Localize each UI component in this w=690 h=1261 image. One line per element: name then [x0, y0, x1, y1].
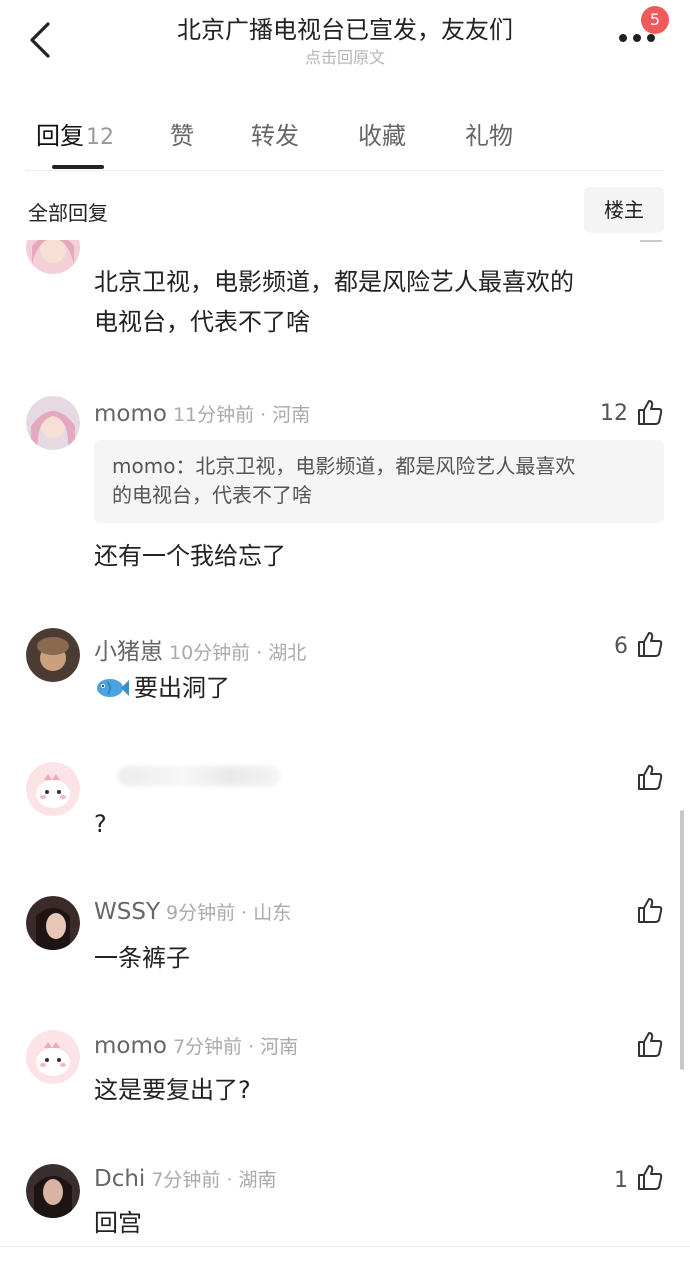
- tab-replies-label: 回复: [36, 122, 84, 150]
- back-to-original-link[interactable]: 点击回原文: [0, 44, 690, 68]
- comment-header: Dchi 7分钟前 · 湖南: [94, 1165, 277, 1192]
- tab-replies-count: 12: [86, 125, 114, 150]
- comment-text: 回宫: [94, 1209, 142, 1237]
- tab-replies[interactable]: 回复12: [36, 116, 114, 151]
- comment-header: momo 11分钟前 · 河南: [94, 400, 310, 427]
- bottom-divider: [0, 1246, 690, 1247]
- avatar[interactable]: [26, 896, 80, 950]
- avatar[interactable]: [26, 762, 80, 816]
- hidden-username: [118, 766, 280, 786]
- comment-header: 小猪崽 10分钟前 · 湖北: [94, 632, 306, 666]
- quoted-reply-text: momo：北京卫视，电影频道，都是风险艺人最喜欢 的电视台，代表不了啥: [112, 452, 642, 510]
- avatar[interactable]: [26, 628, 80, 682]
- like-count: 6: [614, 634, 628, 659]
- tab-likes[interactable]: 赞: [170, 116, 194, 151]
- avatar[interactable]: [26, 1030, 80, 1084]
- like-icon-partial: [640, 240, 662, 250]
- thumbs-up-icon[interactable]: [636, 630, 664, 658]
- thumbs-up-icon[interactable]: [636, 896, 664, 924]
- comment-text: 北京卫视，电影频道，都是风险艺人最喜欢的 电视台，代表不了啥: [94, 262, 664, 342]
- tabs-divider: [26, 170, 664, 171]
- tab-favorites[interactable]: 收藏: [358, 116, 406, 151]
- thumbs-up-icon[interactable]: [636, 1163, 664, 1191]
- fish-emoji-icon: [97, 679, 129, 697]
- comment-text: ?: [94, 810, 107, 838]
- username[interactable]: WSSY: [94, 899, 160, 925]
- comment-text: 还有一个我给忘了: [94, 542, 286, 570]
- quote-line: momo：北京卫视，电影频道，都是风险艺人最喜欢: [112, 454, 576, 478]
- comment-meta: 10分钟前 · 湖北: [169, 642, 307, 664]
- username[interactable]: 小猪崽: [94, 639, 163, 665]
- comment-text-line: 北京卫视，电影频道，都是风险艺人最喜欢的: [94, 268, 574, 296]
- tab-gifts[interactable]: 礼物: [465, 116, 513, 151]
- comment-meta: 7分钟前 · 河南: [172, 1036, 299, 1058]
- comment-meta: 7分钟前 · 湖南: [151, 1169, 277, 1191]
- thumbs-up-icon[interactable]: [636, 763, 664, 791]
- comment-header: WSSY 9分钟前 · 山东: [94, 898, 291, 925]
- avatar[interactable]: [26, 1164, 80, 1218]
- thumbs-up-icon[interactable]: [636, 1030, 664, 1058]
- avatar[interactable]: [26, 240, 80, 274]
- username[interactable]: Dchi: [94, 1166, 145, 1192]
- quote-line: 的电视台，代表不了啥: [112, 483, 312, 507]
- op-filter-button[interactable]: 楼主: [584, 187, 664, 233]
- active-tab-indicator: [52, 165, 104, 169]
- comment-text: 要出洞了: [134, 674, 230, 702]
- comment-meta: 11分钟前 · 河南: [172, 404, 311, 426]
- avatar[interactable]: [26, 396, 80, 450]
- comment-text-line: 电视台，代表不了啥: [94, 308, 310, 336]
- thumbs-up-icon[interactable]: [636, 398, 664, 426]
- page-title: 北京广播电视台已宣发，友友们: [177, 16, 513, 44]
- comment-text: 一条裤子: [94, 944, 190, 972]
- comment-meta: 9分钟前 · 山东: [166, 902, 292, 924]
- notification-badge: 5: [641, 6, 669, 34]
- username[interactable]: momo: [94, 401, 167, 427]
- tab-reposts[interactable]: 转发: [251, 116, 299, 151]
- scrollbar[interactable]: [680, 810, 684, 1070]
- username[interactable]: momo: [94, 1033, 167, 1059]
- like-count: 12: [600, 401, 628, 426]
- all-replies-label: 全部回复: [28, 201, 108, 225]
- like-count: 1: [614, 1168, 628, 1193]
- comment-header: momo 7分钟前 · 河南: [94, 1032, 298, 1059]
- comment-text: 这是要复出了?: [94, 1076, 251, 1104]
